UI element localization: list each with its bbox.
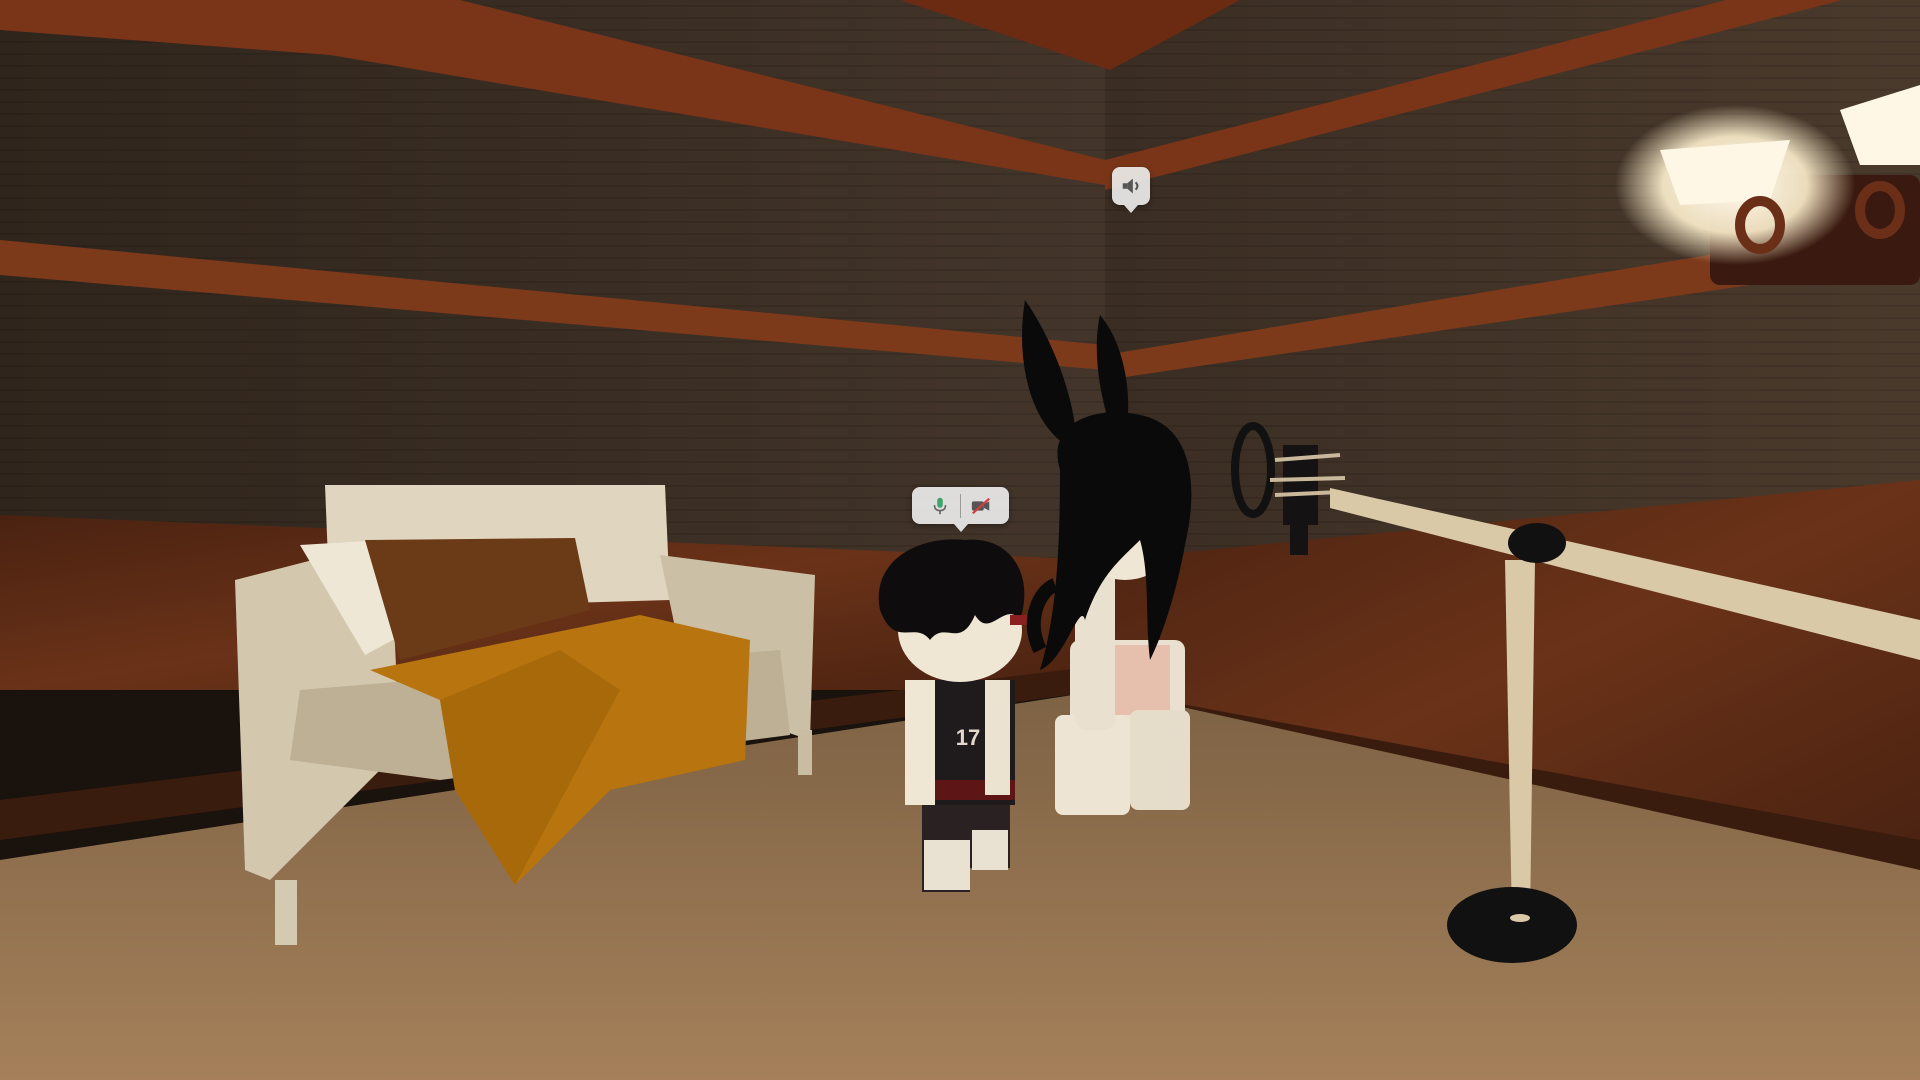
game-scene[interactable]: 17 bbox=[0, 0, 1920, 1080]
camera-off-icon[interactable] bbox=[969, 494, 993, 518]
speaker-volume-icon bbox=[1119, 174, 1143, 198]
speaker-indicator-bubble[interactable] bbox=[1112, 167, 1150, 205]
voice-chat-indicator[interactable] bbox=[912, 487, 1009, 524]
jersey-number: 17 bbox=[956, 725, 980, 750]
indicator-divider bbox=[960, 493, 961, 518]
microphone-icon[interactable] bbox=[928, 494, 952, 518]
